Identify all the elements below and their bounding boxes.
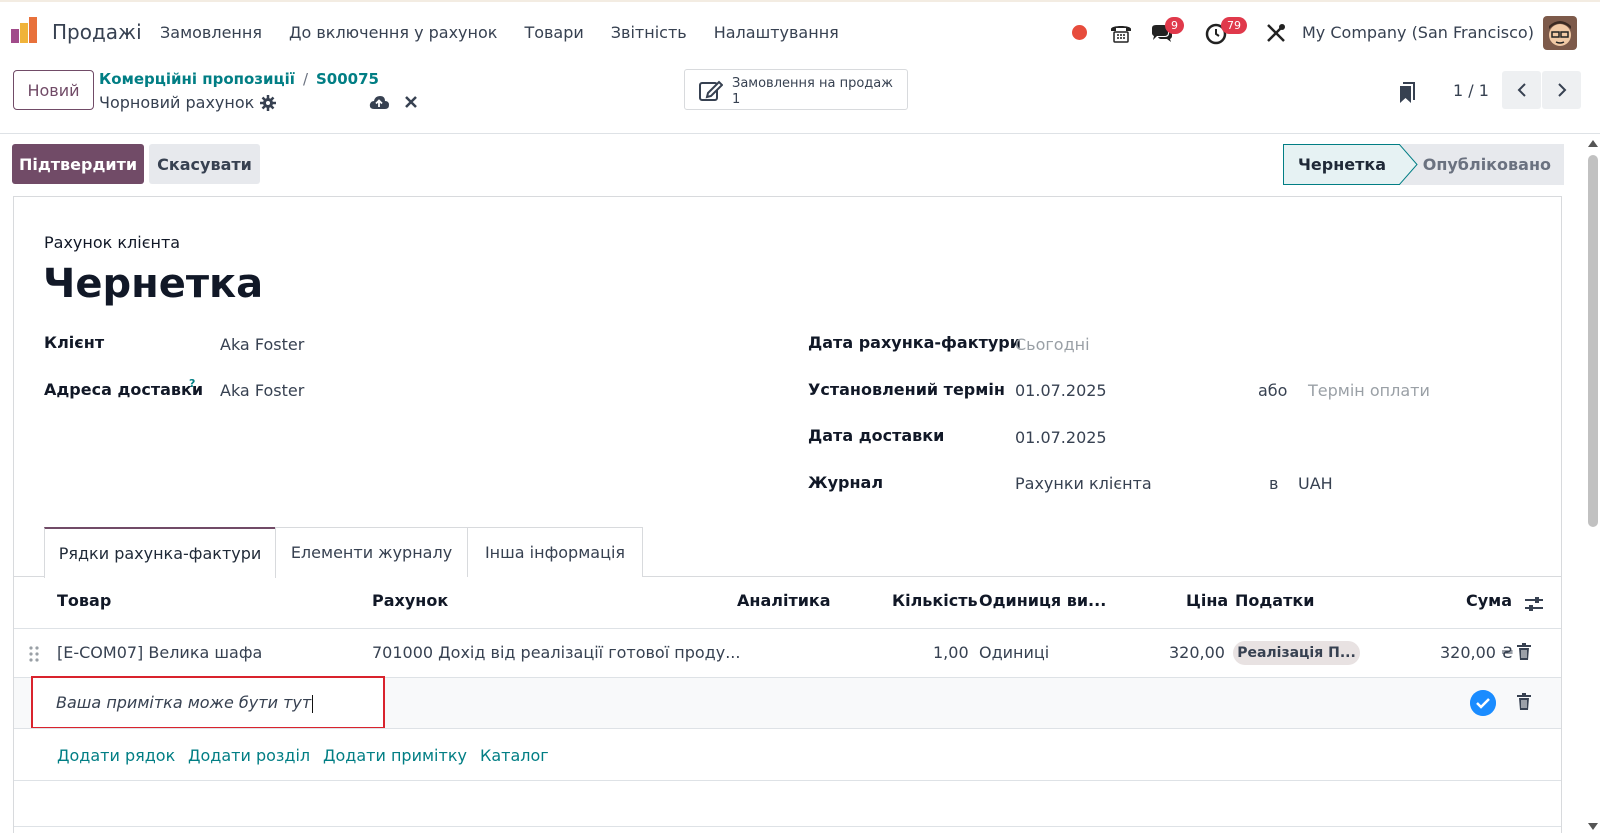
- phone-icon[interactable]: [1108, 20, 1134, 46]
- messages-badge: 9: [1165, 17, 1184, 34]
- column-taxes[interactable]: Податки: [1235, 591, 1314, 610]
- check-icon[interactable]: [1470, 690, 1496, 716]
- chevron-left-icon: [1517, 83, 1526, 97]
- column-account[interactable]: Рахунок: [372, 591, 448, 610]
- help-tooltip-icon[interactable]: ?: [189, 377, 195, 390]
- menu-orders[interactable]: Замовлення: [160, 23, 262, 42]
- row-divider: [14, 826, 1561, 827]
- record-icon[interactable]: [1072, 25, 1087, 40]
- row-price[interactable]: 320,00: [1169, 643, 1225, 662]
- row-quantity[interactable]: 1,00: [933, 643, 969, 662]
- trash-icon[interactable]: [1517, 693, 1531, 710]
- in-label: в: [1269, 474, 1279, 493]
- row-product[interactable]: [E-COM07] Велика шафа: [57, 643, 262, 662]
- bookmark-icon[interactable]: [1399, 82, 1415, 104]
- gear-icon[interactable]: [260, 95, 276, 111]
- customer-label: Клієнт: [44, 333, 105, 352]
- pager-next-button[interactable]: [1542, 71, 1581, 109]
- due-date-label: Установлений термін: [808, 380, 1005, 399]
- user-avatar[interactable]: [1543, 16, 1577, 50]
- row-divider: [14, 780, 1561, 781]
- column-settings-icon[interactable]: [1524, 595, 1544, 613]
- invoice-date-field[interactable]: Сьогодні: [1015, 335, 1090, 354]
- new-button[interactable]: Новий: [13, 70, 94, 110]
- tab-other-info[interactable]: Інша інформація: [467, 527, 643, 577]
- smart-button-label: Замовлення на продаж: [732, 76, 893, 91]
- document-title: Чернетка: [43, 261, 264, 307]
- pager-value[interactable]: 1 / 1: [1453, 81, 1489, 100]
- record-name: Чорновий рахунок: [99, 93, 255, 112]
- menu-to-invoice[interactable]: До включення у рахунок: [289, 23, 497, 42]
- journal-field[interactable]: Рахунки клієнта: [1015, 474, 1152, 493]
- stage-posted[interactable]: Опубліковано: [1400, 144, 1564, 185]
- breadcrumb-separator: /: [302, 70, 308, 88]
- row-amount: 320,00 ₴: [1440, 643, 1514, 662]
- discard-icon[interactable]: [404, 95, 418, 109]
- payment-terms-field[interactable]: Термін оплати: [1308, 381, 1430, 400]
- edit-document-icon: [699, 80, 723, 101]
- column-quantity[interactable]: Кількість: [892, 591, 978, 610]
- note-input-text[interactable]: Ваша примітка може бути тут: [56, 693, 314, 713]
- column-analytic[interactable]: Аналітика: [737, 591, 831, 610]
- menu-products[interactable]: Товари: [524, 23, 583, 42]
- breadcrumb: Комерційні пропозиції / S00075: [99, 70, 379, 88]
- app-logo-icon[interactable]: [11, 17, 39, 45]
- delivery-address-label: Адреса доставки: [44, 380, 204, 399]
- row-account[interactable]: 701000 Дохід від реалізації готової прод…: [372, 643, 740, 662]
- stage-draft[interactable]: Чернетка: [1283, 144, 1400, 185]
- row-tax-tag[interactable]: Реалізація П...: [1233, 641, 1360, 665]
- column-price[interactable]: Ціна: [1186, 591, 1228, 610]
- customer-field[interactable]: Aka Foster: [220, 335, 304, 354]
- control-panel: Новий Комерційні пропозиції / S00075 Чорно…: [0, 62, 1600, 134]
- currency-field[interactable]: UAH: [1298, 474, 1333, 493]
- tab-invoice-lines[interactable]: Рядки рахунка-фактури: [44, 527, 276, 578]
- row-uom[interactable]: Одиниці: [979, 643, 1049, 662]
- pager-previous-button[interactable]: [1502, 71, 1541, 109]
- breadcrumb-order[interactable]: S00075: [316, 70, 379, 88]
- cancel-button[interactable]: Скасувати: [149, 144, 260, 184]
- header-divider: [14, 628, 1561, 629]
- scroll-down-icon[interactable]: [1587, 822, 1599, 832]
- journal-label: Журнал: [808, 473, 884, 492]
- save-cloud-icon[interactable]: [369, 95, 389, 111]
- menu-reporting[interactable]: Звітність: [611, 23, 687, 42]
- catalog-link[interactable]: Каталог: [480, 746, 549, 765]
- trash-icon[interactable]: [1517, 643, 1531, 660]
- sale-orders-smart-button[interactable]: Замовлення на продаж 1: [684, 69, 908, 110]
- smart-button-count: 1: [732, 92, 741, 107]
- app-name[interactable]: Продажі: [52, 20, 142, 44]
- column-product[interactable]: Товар: [57, 591, 111, 610]
- row-divider: [14, 728, 1561, 729]
- stage-arrow: [1399, 144, 1418, 185]
- add-line-link[interactable]: Додати рядок: [57, 746, 175, 765]
- chevron-right-icon: [1557, 83, 1566, 97]
- confirm-button[interactable]: Підтвердити: [12, 144, 144, 184]
- breadcrumb-quotations[interactable]: Комерційні пропозиції: [99, 70, 295, 88]
- invoice-date-label: Дата рахунка-фактури: [808, 333, 1021, 352]
- document-type: Рахунок клієнта: [44, 233, 181, 252]
- due-date-field[interactable]: 01.07.2025: [1015, 381, 1107, 400]
- delivery-date-label: Дата доставки: [808, 426, 945, 445]
- tools-icon[interactable]: [1263, 20, 1289, 46]
- column-amount[interactable]: Сума: [1466, 591, 1512, 610]
- menu-configuration[interactable]: Налаштування: [714, 23, 839, 42]
- top-navbar: Продажі Замовлення До включення у рахуно…: [0, 0, 1600, 62]
- add-section-link[interactable]: Додати розділ: [188, 746, 310, 765]
- scroll-up-icon[interactable]: [1587, 138, 1599, 148]
- column-uom[interactable]: Одиниця ви...: [979, 591, 1106, 610]
- activities-badge: 79: [1221, 17, 1247, 34]
- or-label: або: [1258, 381, 1288, 400]
- tab-journal-items[interactable]: Елементи журналу: [275, 527, 468, 577]
- main-menu: Замовлення До включення у рахунок Товари…: [160, 23, 866, 42]
- add-note-link[interactable]: Додати примітку: [323, 746, 467, 765]
- drag-handle-icon[interactable]: [28, 645, 40, 663]
- delivery-address-field[interactable]: Aka Foster: [220, 381, 304, 400]
- scrollbar-thumb[interactable]: [1588, 155, 1598, 527]
- delivery-date-field[interactable]: 01.07.2025: [1015, 428, 1107, 447]
- company-switcher[interactable]: My Company (San Francisco): [1302, 23, 1534, 42]
